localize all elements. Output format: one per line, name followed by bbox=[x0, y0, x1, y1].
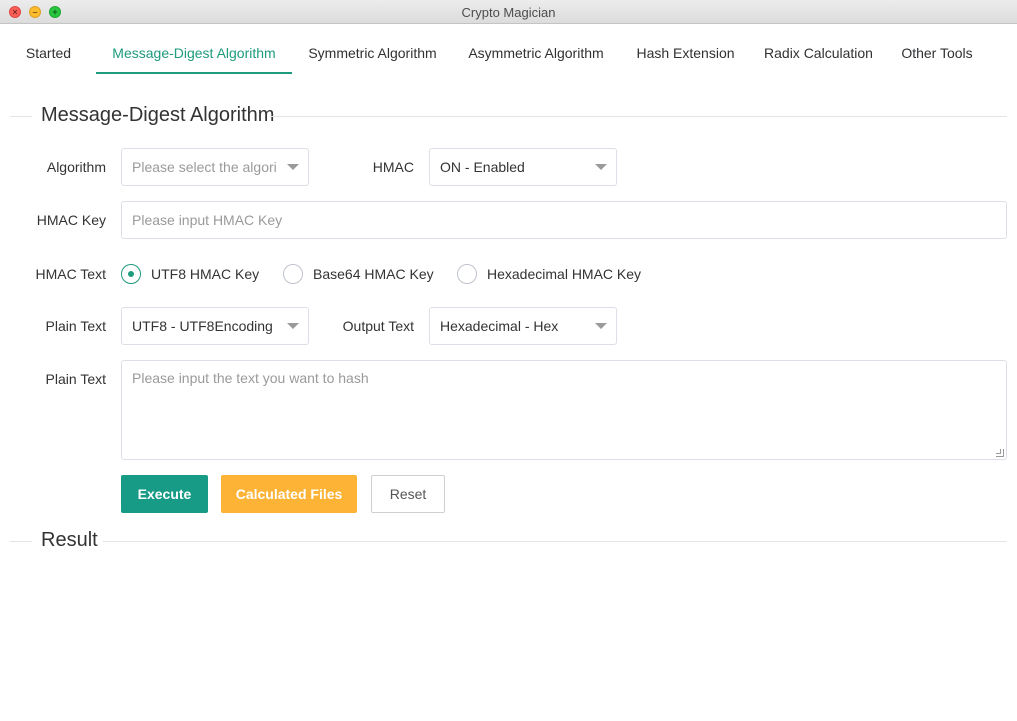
reset-button[interactable]: Reset bbox=[371, 475, 445, 513]
chevron-down-icon bbox=[287, 323, 299, 329]
radio-label: Base64 HMAC Key bbox=[313, 266, 434, 282]
hmac-key-label: HMAC Key bbox=[36, 212, 106, 228]
divider bbox=[10, 541, 32, 542]
hmac-key-placeholder: Please input HMAC Key bbox=[132, 212, 283, 228]
section-title: Message-Digest Algorithm bbox=[41, 104, 275, 126]
divider bbox=[103, 541, 1007, 542]
result-section-header: Result bbox=[10, 525, 1007, 555]
tab-hash-extension[interactable]: Hash Extension bbox=[630, 34, 741, 74]
hmac-text-label: HMAC Text bbox=[35, 266, 106, 282]
divider bbox=[270, 116, 1007, 117]
chevron-down-icon bbox=[287, 164, 299, 170]
section-header: Message-Digest Algorithm bbox=[10, 100, 1007, 130]
hmac-key-input[interactable]: Please input HMAC Key bbox=[121, 201, 1007, 239]
divider bbox=[10, 116, 32, 117]
algorithm-label: Algorithm bbox=[46, 159, 106, 175]
plain-text-encoding-value: UTF8 - UTF8Encoding bbox=[132, 318, 273, 334]
tab-message-digest-algorithm[interactable]: Message-Digest Algorithm bbox=[96, 34, 292, 74]
chevron-down-icon bbox=[595, 323, 607, 329]
tab-radix-calculation[interactable]: Radix Calculation bbox=[757, 34, 880, 74]
radio-unchecked-icon bbox=[283, 264, 303, 284]
execute-button[interactable]: Execute bbox=[121, 475, 208, 513]
window-title: Crypto Magician bbox=[461, 5, 556, 20]
radio-label: UTF8 HMAC Key bbox=[151, 266, 260, 282]
radio-unchecked-icon bbox=[457, 264, 477, 284]
tab-asymmetric-algorithm[interactable]: Asymmetric Algorithm bbox=[461, 34, 611, 74]
output-text-value: Hexadecimal - Hex bbox=[440, 318, 559, 334]
tab-other-tools[interactable]: Other Tools bbox=[897, 34, 977, 74]
algorithm-placeholder: Please select the algorit bbox=[132, 159, 276, 175]
calculated-files-button[interactable]: Calculated Files bbox=[221, 475, 357, 513]
plain-text-encoding-label: Plain Text bbox=[45, 318, 106, 334]
plain-text-textarea[interactable]: Please input the text you want to hash bbox=[121, 360, 1007, 460]
resize-handle-icon[interactable] bbox=[996, 449, 1004, 457]
output-text-label: Output Text bbox=[342, 318, 414, 334]
window-titlebar: × – + Crypto Magician bbox=[0, 0, 1017, 24]
plain-text-label: Plain Text bbox=[45, 371, 106, 387]
tab-bar: Started Message-Digest Algorithm Symmetr… bbox=[10, 34, 1017, 74]
algorithm-select[interactable]: Please select the algorit bbox=[121, 148, 309, 186]
result-title: Result bbox=[41, 529, 98, 551]
chevron-down-icon bbox=[595, 164, 607, 170]
hmac-label: HMAC bbox=[372, 159, 414, 175]
hmac-value: ON - Enabled bbox=[440, 159, 525, 175]
radio-checked-icon bbox=[121, 264, 141, 284]
tab-symmetric-algorithm[interactable]: Symmetric Algorithm bbox=[300, 34, 445, 74]
tab-started[interactable]: Started bbox=[10, 34, 87, 74]
hmac-select[interactable]: ON - Enabled bbox=[429, 148, 617, 186]
output-text-select[interactable]: Hexadecimal - Hex bbox=[429, 307, 617, 345]
radio-label: Hexadecimal HMAC Key bbox=[487, 266, 642, 282]
plain-text-placeholder: Please input the text you want to hash bbox=[132, 370, 369, 386]
plain-text-encoding-select[interactable]: UTF8 - UTF8Encoding bbox=[121, 307, 309, 345]
